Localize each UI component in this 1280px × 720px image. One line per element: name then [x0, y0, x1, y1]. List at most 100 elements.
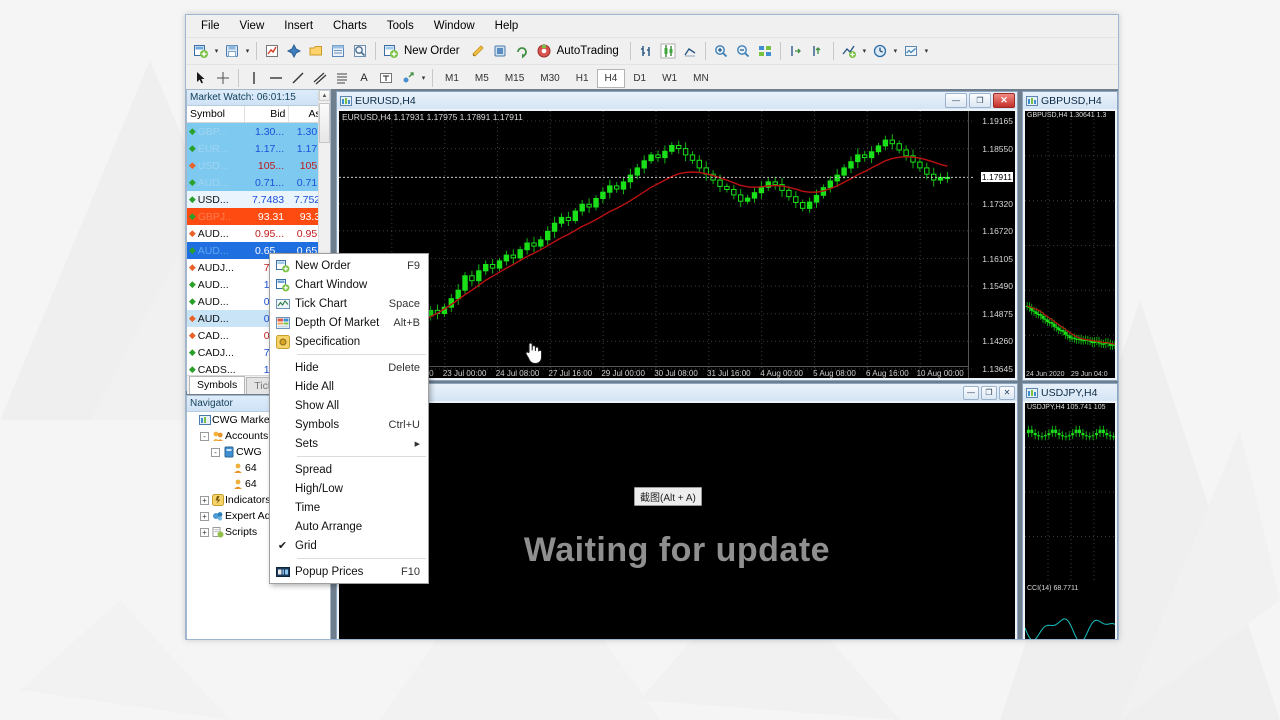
- templates-dropdown-icon[interactable]: ▾: [922, 41, 931, 61]
- collapse-icon[interactable]: -: [200, 431, 209, 441]
- context-menu-item-new-order[interactable]: New Order F9: [270, 256, 428, 275]
- timeframe-m1[interactable]: M1: [437, 69, 467, 88]
- market-watch-row[interactable]: ◆ AUD... 0.95... 0.95...: [187, 225, 330, 242]
- timeframe-mn[interactable]: MN: [685, 69, 717, 88]
- refresh-icon[interactable]: [511, 40, 533, 62]
- autotrading-icon[interactable]: [533, 40, 555, 62]
- close-button[interactable]: ✕: [999, 385, 1015, 400]
- context-menu-item-depth-of-market[interactable]: Depth Of Market Alt+B: [270, 313, 428, 332]
- new-chart-icon[interactable]: [190, 40, 212, 62]
- new-order-label[interactable]: New Order: [402, 45, 467, 57]
- timeframe-m30[interactable]: M30: [532, 69, 567, 88]
- timeframe-h4[interactable]: H4: [596, 68, 626, 88]
- chart-shift-icon[interactable]: [785, 40, 807, 62]
- context-menu-item-show-all[interactable]: Show All: [270, 396, 428, 415]
- bar-chart-icon[interactable]: [635, 40, 657, 62]
- scrollbar-thumb[interactable]: [319, 103, 330, 143]
- context-menu-item-popup-prices[interactable]: Popup Prices F10: [270, 562, 428, 581]
- context-menu-item-specification[interactable]: Specification: [270, 332, 428, 351]
- new-order-icon[interactable]: [380, 40, 402, 62]
- market-watch-icon[interactable]: [261, 40, 283, 62]
- chart-window-eurusd[interactable]: EURUSD,H4 — ❐ ✕ EURUSD,H4 1.17931 1.1797…: [336, 91, 1018, 381]
- menu-item-help[interactable]: Help: [485, 17, 529, 35]
- context-menu-item-auto-arrange[interactable]: Auto Arrange: [270, 517, 428, 536]
- arrows-icon[interactable]: [397, 67, 419, 89]
- minimize-button[interactable]: —: [963, 385, 979, 400]
- expand-icon[interactable]: +: [200, 527, 209, 537]
- new-chart-dropdown-icon[interactable]: ▾: [212, 41, 221, 61]
- context-menu-item-hide[interactable]: Hide Delete: [270, 358, 428, 377]
- context-menu-item-sets[interactable]: Sets ▶: [270, 434, 428, 453]
- zoom-out-icon[interactable]: [732, 40, 754, 62]
- terminal-icon[interactable]: [305, 40, 327, 62]
- chart-canvas-eurusd[interactable]: EURUSD,H4 1.17931 1.17975 1.17891 1.1791…: [339, 111, 1015, 378]
- cursor-icon[interactable]: [190, 67, 212, 89]
- market-watch-row[interactable]: ◆ USD... 105... 105...: [187, 157, 330, 174]
- menu-item-view[interactable]: View: [230, 17, 275, 35]
- equidistant-channel-icon[interactable]: [309, 67, 331, 89]
- context-menu-item-spread[interactable]: Spread: [270, 460, 428, 479]
- period-dropdown-icon[interactable]: ▾: [891, 41, 900, 61]
- context-menu-item-time[interactable]: Time: [270, 498, 428, 517]
- fibonacci-icon[interactable]: [331, 67, 353, 89]
- menu-item-insert[interactable]: Insert: [274, 17, 323, 35]
- tile-windows-icon[interactable]: [754, 40, 776, 62]
- timeframe-w1[interactable]: W1: [654, 69, 685, 88]
- timeframe-m5[interactable]: M5: [467, 69, 497, 88]
- market-watch-context-menu[interactable]: New Order F9 Chart Window Tick Chart Space De…: [269, 253, 429, 584]
- price-scale-eurusd[interactable]: 1.19165 1.18550 1.17320 1.16720 1.16105 1.154…: [968, 111, 1015, 378]
- context-menu-item-symbols[interactable]: Symbols Ctrl+U: [270, 415, 428, 434]
- timeframe-d1[interactable]: D1: [625, 69, 654, 88]
- vertical-line-icon[interactable]: [243, 67, 265, 89]
- autotrading-label[interactable]: AutoTrading: [555, 45, 626, 57]
- data-window-icon[interactable]: [327, 40, 349, 62]
- trendline-icon[interactable]: [287, 67, 309, 89]
- scroll-up-icon[interactable]: ▲: [319, 90, 330, 101]
- tab-symbols[interactable]: Symbols: [189, 376, 246, 394]
- market-watch-row[interactable]: ◆ USD... 7.7483 7.7523: [187, 191, 330, 208]
- market-watch-row[interactable]: ◆ GBP... 1.30... 1.30...: [187, 123, 330, 140]
- maximize-button[interactable]: ❐: [969, 93, 991, 108]
- context-menu-item-high-low[interactable]: High/Low: [270, 479, 428, 498]
- context-menu-item-tick-chart[interactable]: Tick Chart Space: [270, 294, 428, 313]
- time-scale-eurusd[interactable]: 0021 Jul 16:0023 Jul 00:0024 Jul 08:0027…: [339, 366, 969, 378]
- navigator-icon[interactable]: [283, 40, 305, 62]
- expand-icon[interactable]: +: [200, 495, 209, 505]
- market-watch-row[interactable]: ◆ EUR... 1.17... 1.17...: [187, 140, 330, 157]
- context-menu-item-hide-all[interactable]: Hide All: [270, 377, 428, 396]
- templates-icon[interactable]: [900, 40, 922, 62]
- candlestick-chart-icon[interactable]: [657, 40, 679, 62]
- menu-item-charts[interactable]: Charts: [323, 17, 377, 35]
- context-menu-item-chart-window[interactable]: Chart Window: [270, 275, 428, 294]
- chart-canvas-gbpusd[interactable]: GBPUSD,H4 1.30641 1.3 24 Jun 2020 29 Jun…: [1025, 111, 1115, 378]
- metaeditor-icon[interactable]: [467, 40, 489, 62]
- column-header-symbol[interactable]: Symbol: [187, 106, 246, 122]
- auto-scroll-icon[interactable]: [807, 40, 829, 62]
- waiting-canvas[interactable]: 截图(Alt + A) Waiting for update: [339, 403, 1015, 639]
- chart-window-waiting[interactable]: — ❐ ✕ 截图(Alt + A) Waiting for update: [336, 383, 1018, 639]
- close-button[interactable]: ✕: [993, 93, 1015, 108]
- menu-item-file[interactable]: File: [191, 17, 230, 35]
- crosshair-icon[interactable]: [212, 67, 234, 89]
- indicators-icon[interactable]: [838, 40, 860, 62]
- horizontal-line-icon[interactable]: [265, 67, 287, 89]
- text-icon[interactable]: A: [353, 67, 375, 89]
- chart-canvas-usdjpy[interactable]: USDJPY,H4 105.741 105 CCI(14) 68.7711: [1025, 403, 1115, 639]
- profiles-dropdown-icon[interactable]: ▾: [243, 41, 252, 61]
- zoom-in-icon[interactable]: [710, 40, 732, 62]
- arrows-dropdown-icon[interactable]: ▾: [419, 68, 428, 88]
- menu-item-window[interactable]: Window: [424, 17, 485, 35]
- profiles-icon[interactable]: [221, 40, 243, 62]
- chart-window-gbpusd[interactable]: GBPUSD,H4 GBPUSD,H4 1.30641 1.3 24 Jun 2…: [1022, 91, 1118, 381]
- expert-advisors-icon[interactable]: [489, 40, 511, 62]
- timeframe-h1[interactable]: H1: [568, 69, 597, 88]
- market-watch-row[interactable]: ◆ AUD... 0.71... 0.71...: [187, 174, 330, 191]
- collapse-icon[interactable]: -: [211, 447, 220, 457]
- chart-window-usdjpy[interactable]: USDJPY,H4 USDJPY,H4 105.741 105 CCI(14) …: [1022, 383, 1118, 639]
- period-clock-icon[interactable]: [869, 40, 891, 62]
- market-watch-row[interactable]: ◆ GBPJ.. 93.31 93.37: [187, 208, 330, 225]
- menu-item-tools[interactable]: Tools: [377, 17, 424, 35]
- strategy-tester-icon[interactable]: [349, 40, 371, 62]
- text-label-icon[interactable]: [375, 67, 397, 89]
- line-chart-icon[interactable]: [679, 40, 701, 62]
